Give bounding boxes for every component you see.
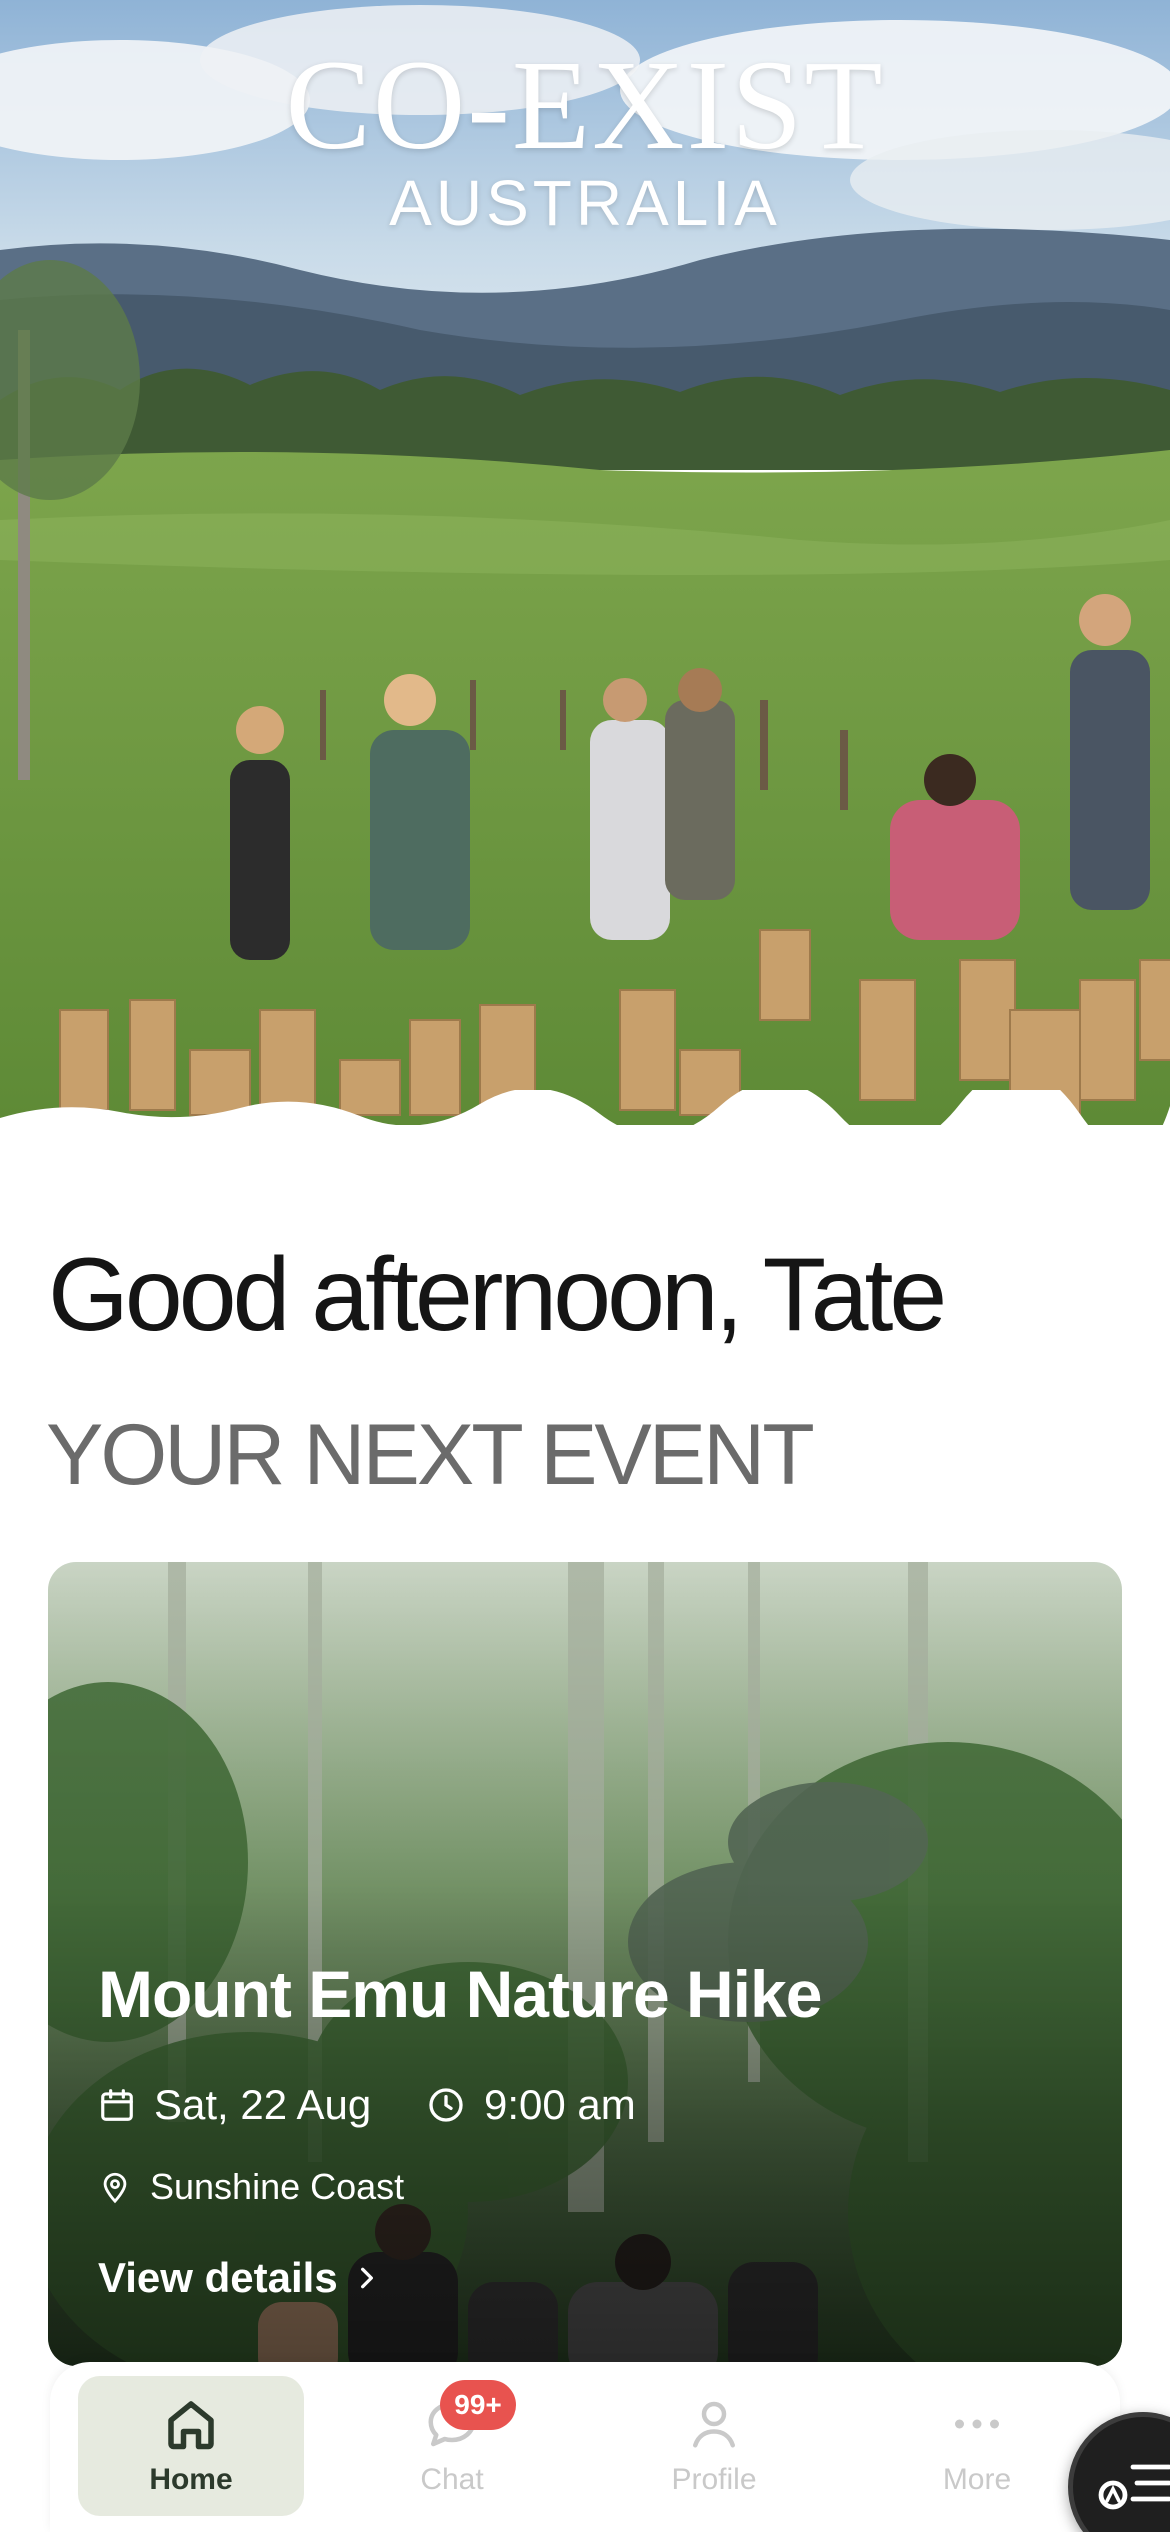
next-event-card[interactable]: Mount Emu Nature Hike Sat, 22 Aug 9:00 a… (48, 1562, 1122, 2366)
nav-profile[interactable]: Profile (601, 2376, 827, 2516)
brand-logo: CO-EXIST AUSTRALIA (0, 40, 1170, 236)
bottom-navigation: Home Chat Profile More (50, 2362, 1120, 2532)
brand-region: AUSTRALIA (389, 167, 781, 239)
home-icon (168, 2401, 214, 2450)
view-details-link[interactable]: View details (98, 2254, 380, 2302)
clock-icon (429, 2088, 463, 2122)
greeting-heading: Good afternoon, Tate (48, 1237, 947, 1353)
view-details-label: View details (98, 2254, 338, 2301)
event-time-text: 9:00 am (484, 2081, 636, 2128)
event-date-text: Sat, 22 Aug (154, 2081, 372, 2128)
nav-home-label: Home (149, 2463, 233, 2496)
menu-filter-icon (1098, 2464, 1170, 2510)
nav-home[interactable]: Home (78, 2376, 304, 2516)
hero-banner: CO-EXIST AUSTRALIA (0, 0, 1170, 1125)
calendar-icon (101, 2089, 133, 2121)
nav-more[interactable]: More (864, 2376, 1090, 2516)
profile-icon (693, 2401, 735, 2448)
event-location: Sunshine Coast (98, 2162, 404, 2212)
chevron-right-icon (360, 2267, 373, 2289)
nav-profile-label: Profile (671, 2463, 757, 2496)
event-date: Sat, 22 Aug (98, 2080, 371, 2130)
chat-unread-badge: 99+ (440, 2380, 516, 2430)
nav-chat-label: Chat (420, 2463, 484, 2496)
brand-name: CO-EXIST (285, 34, 885, 176)
nav-more-label: More (942, 2463, 1012, 2496)
event-location-text: Sunshine Coast (150, 2166, 405, 2207)
event-title: Mount Emu Nature Hike (98, 1957, 822, 2031)
hero-torn-edge (0, 1090, 1170, 1125)
more-icon (955, 2419, 999, 2429)
event-time: 9:00 am (426, 2080, 636, 2130)
location-pin-icon (103, 2172, 127, 2204)
next-event-heading: YOUR NEXT EVENT (46, 1407, 815, 1503)
